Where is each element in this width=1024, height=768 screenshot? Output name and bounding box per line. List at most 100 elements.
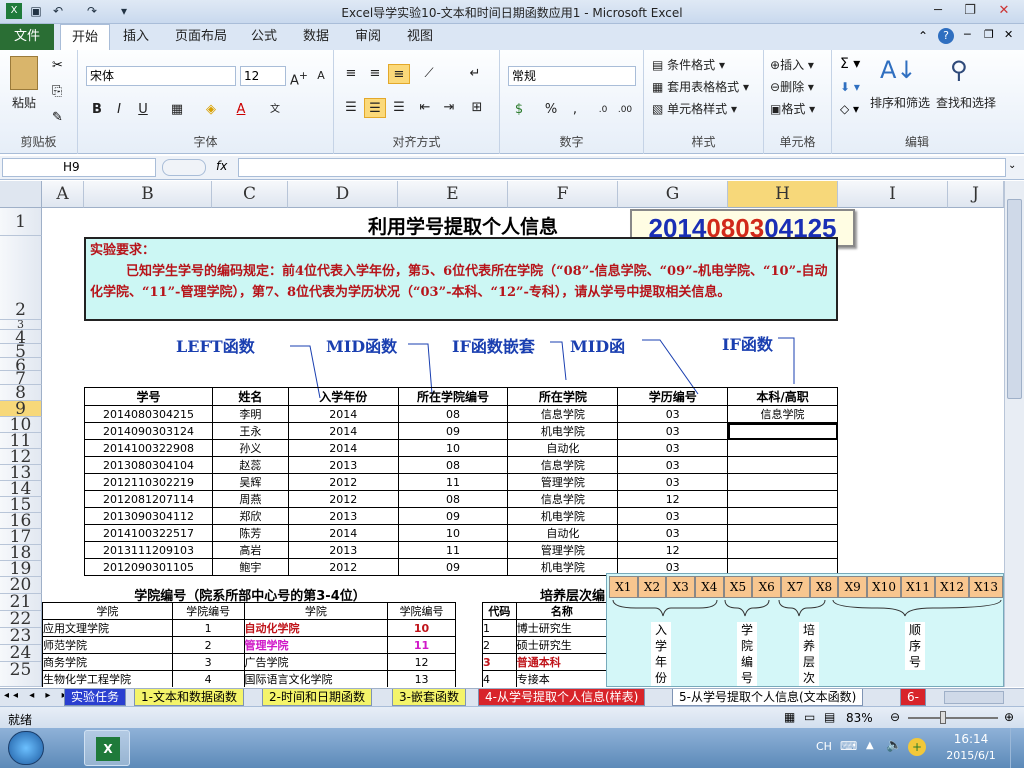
table-cell[interactable]: 高岩 xyxy=(211,541,289,559)
table-cell[interactable]: 2012 xyxy=(287,473,399,491)
align-left-icon[interactable]: ☰ xyxy=(340,98,362,118)
shrink-font-icon[interactable]: A xyxy=(310,66,332,86)
table-cell[interactable]: 郑欣 xyxy=(211,507,289,525)
table-cell[interactable] xyxy=(727,490,838,508)
row-header[interactable]: 2 xyxy=(0,236,42,320)
table-cell[interactable]: 信息学院 xyxy=(507,456,619,474)
table-cell[interactable]: 1 xyxy=(171,619,245,637)
column-header[interactable]: C xyxy=(212,181,288,208)
table-cell[interactable]: 博士研究生 xyxy=(515,619,609,637)
sheet-tab[interactable]: 6- xyxy=(900,689,926,706)
network-icon[interactable]: + xyxy=(908,738,926,756)
table-cell[interactable]: 专接本 xyxy=(515,670,609,687)
row-header[interactable]: 21 xyxy=(0,594,42,611)
scroll-thumb[interactable] xyxy=(1007,199,1022,399)
header-cell[interactable]: 学院编号 xyxy=(387,602,456,620)
table-cell[interactable]: 09 xyxy=(397,558,509,576)
find-select-button[interactable]: 查找和选择 xyxy=(936,94,996,111)
table-cell[interactable]: 2013080304104 xyxy=(84,456,213,474)
table-cell[interactable]: 周燕 xyxy=(211,490,289,508)
sheet-tab[interactable]: 3-嵌套函数 xyxy=(392,689,466,706)
table-cell[interactable]: 2013111209103 xyxy=(84,541,213,559)
row-header[interactable]: 13 xyxy=(0,465,42,481)
grow-font-icon[interactable]: A+ xyxy=(288,66,310,88)
table-cell[interactable] xyxy=(727,507,838,525)
tab-file[interactable]: 文件 xyxy=(0,24,54,50)
paste-icon[interactable] xyxy=(10,56,38,90)
tab-view[interactable]: 视图 xyxy=(400,24,440,50)
tab-data[interactable]: 数据 xyxy=(296,24,336,50)
header-cell[interactable]: 本科/高职 xyxy=(727,387,838,406)
table-cell[interactable]: 2012081207114 xyxy=(84,490,213,508)
expand-formula-icon[interactable]: ⌄ xyxy=(1008,160,1016,171)
table-cell[interactable]: 2013090304112 xyxy=(84,507,213,525)
table-cell[interactable]: 12 xyxy=(387,653,456,671)
table-cell[interactable]: 应用文理学院 xyxy=(42,619,173,637)
table-cell[interactable]: 机电学院 xyxy=(507,422,619,440)
table-cell[interactable]: 陈芳 xyxy=(211,524,289,542)
table-cell[interactable]: 2012110302219 xyxy=(84,473,213,491)
table-cell[interactable]: 12 xyxy=(617,541,729,559)
header-cell[interactable]: 名称 xyxy=(515,602,609,620)
header-cell[interactable]: 入学年份 xyxy=(287,387,399,406)
table-cell[interactable]: 信息学院 xyxy=(507,490,619,508)
row-header[interactable]: 18 xyxy=(0,545,42,561)
table-cell[interactable]: 13 xyxy=(387,670,456,687)
increase-indent-icon[interactable]: ⇥ xyxy=(438,98,460,118)
workbook-minimize-icon[interactable]: ─ xyxy=(964,28,971,41)
font-color-icon[interactable]: A xyxy=(230,100,252,120)
table-cell[interactable]: 4 xyxy=(171,670,245,687)
table-cell[interactable]: 2012 xyxy=(287,558,399,576)
row-header[interactable]: 8 xyxy=(0,385,42,401)
page-break-view-icon[interactable]: ▤ xyxy=(824,710,835,724)
orientation-icon[interactable]: ⟋ xyxy=(418,64,440,84)
sheet-tab[interactable]: 1-文本和数据函数 xyxy=(134,689,244,706)
clear-icon[interactable]: ◇ ▾ xyxy=(840,102,859,116)
clock-date[interactable]: 2015/6/1 xyxy=(940,749,1002,762)
align-bottom-icon[interactable]: ≡ xyxy=(388,64,410,84)
sheet-tab[interactable]: 2-时间和日期函数 xyxy=(262,689,372,706)
decrease-indent-icon[interactable]: ⇤ xyxy=(414,98,436,118)
table-cell[interactable]: 管理学院 xyxy=(243,636,389,654)
table-cell[interactable]: 国际语言文化学院 xyxy=(243,670,389,687)
table-cell[interactable]: 2012 xyxy=(287,490,399,508)
column-header[interactable]: E xyxy=(398,181,508,208)
phonetic-icon[interactable]: 文 xyxy=(264,100,286,120)
table-cell[interactable]: 2014090303124 xyxy=(84,422,213,440)
row-header[interactable]: 3 xyxy=(0,320,42,330)
table-cell[interactable]: 03 xyxy=(617,439,729,457)
table-cell[interactable]: 管理学院 xyxy=(507,541,619,559)
minimize-button[interactable]: ─ xyxy=(924,2,952,20)
column-header[interactable]: D xyxy=(288,181,398,208)
percent-button[interactable]: % xyxy=(540,100,562,120)
font-name-select[interactable]: 宋体 xyxy=(86,66,236,86)
table-cell[interactable]: 机电学院 xyxy=(507,558,619,576)
row-header[interactable]: 12 xyxy=(0,449,42,465)
sheet-tab[interactable]: 4-从学号提取个人信息(样表) xyxy=(478,689,646,706)
column-header[interactable]: A xyxy=(42,181,84,208)
table-cell[interactable] xyxy=(727,541,838,559)
fill-icon[interactable]: ⬇ ▾ xyxy=(840,80,860,94)
workbook-restore-icon[interactable]: ❐ xyxy=(984,28,994,41)
table-cell[interactable]: 普通本科 xyxy=(515,653,609,671)
table-cell[interactable]: 08 xyxy=(397,405,509,423)
table-cell[interactable]: 09 xyxy=(397,507,509,525)
table-cell[interactable]: 4 xyxy=(482,670,517,687)
table-cell[interactable]: 2014 xyxy=(287,405,399,423)
normal-view-icon[interactable]: ▦ xyxy=(784,710,795,724)
sheet-tab-active[interactable]: 5-从学号提取个人信息(文本函数) xyxy=(672,689,864,706)
table-cell[interactable]: 2014 xyxy=(287,422,399,440)
table-cell[interactable]: 11 xyxy=(397,473,509,491)
paste-button[interactable]: 粘贴 xyxy=(12,94,36,111)
page-layout-view-icon[interactable]: ▭ xyxy=(804,710,815,724)
delete-cells-button[interactable]: ⊖删除 ▾ xyxy=(770,78,814,95)
help-icon[interactable]: ? xyxy=(938,28,954,44)
tab-review[interactable]: 审阅 xyxy=(348,24,388,50)
row-header[interactable]: 4 xyxy=(0,330,42,344)
table-cell[interactable]: 11 xyxy=(397,541,509,559)
increase-decimal-icon[interactable]: .0 xyxy=(592,100,614,120)
zoom-slider[interactable] xyxy=(908,717,998,719)
row-header[interactable]: 14 xyxy=(0,481,42,497)
show-desktop-button[interactable] xyxy=(1010,728,1024,768)
row-header[interactable]: 17 xyxy=(0,529,42,545)
